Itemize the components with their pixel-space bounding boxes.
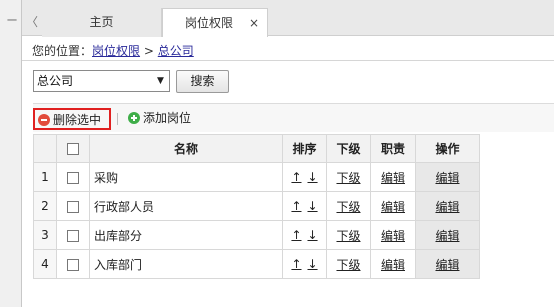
row-name: 出库部分 — [89, 220, 283, 250]
move-down-arrow-icon[interactable]: ↓ — [308, 170, 318, 184]
row-checkbox-cell — [56, 162, 90, 192]
row-index: 2 — [33, 191, 57, 221]
row-ops-cell: 编辑 — [415, 220, 480, 250]
add-post-button[interactable]: 添加岗位 — [125, 108, 217, 130]
row-ops-cell: 编辑 — [415, 162, 480, 192]
sub-link[interactable]: 下级 — [336, 171, 360, 185]
header-index — [33, 134, 57, 163]
sub-link[interactable]: 下级 — [336, 258, 360, 272]
row-checkbox[interactable] — [67, 229, 79, 242]
header-name: 名称 — [89, 134, 283, 163]
edit-duty-link[interactable]: 编辑 — [381, 258, 405, 272]
table-row: 3 出库部分 ↑ ↓ 下级 编辑 编辑 — [33, 220, 480, 250]
sub-link[interactable]: 下级 — [336, 229, 360, 243]
move-up-arrow-icon[interactable]: ↑ — [291, 257, 301, 271]
tab-post-permissions[interactable]: 岗位权限 × — [162, 8, 268, 37]
tab-home-label: 主页 — [89, 15, 114, 29]
header-sort: 排序 — [282, 134, 327, 163]
row-sort: ↑ ↓ — [282, 162, 327, 192]
edit-link[interactable]: 编辑 — [435, 200, 459, 214]
row-checkbox-cell — [56, 220, 90, 250]
search-button[interactable]: 搜索 — [176, 70, 229, 93]
move-up-arrow-icon[interactable]: ↑ — [291, 170, 301, 184]
row-checkbox-cell — [56, 191, 90, 221]
move-up-arrow-icon[interactable]: ↑ — [291, 199, 301, 213]
row-checkbox[interactable] — [67, 171, 79, 184]
close-icon[interactable]: × — [249, 9, 259, 37]
select-all-checkbox[interactable] — [67, 143, 79, 155]
add-post-label: 添加岗位 — [143, 111, 192, 125]
toolbar: 删除选中 添加岗位 — [33, 103, 554, 132]
sub-link[interactable]: 下级 — [336, 200, 360, 214]
row-duty-cell: 编辑 — [370, 220, 416, 250]
row-index: 4 — [33, 249, 57, 279]
breadcrumb-link-post-permissions[interactable]: 岗位权限 — [92, 44, 140, 58]
table-row: 1 采购 ↑ ↓ 下级 编辑 编辑 — [33, 162, 480, 192]
header-duty: 职责 — [370, 134, 416, 163]
tab-home[interactable]: 主页 — [42, 8, 162, 37]
row-duty-cell: 编辑 — [370, 162, 416, 192]
row-name: 入库部门 — [89, 249, 283, 279]
row-name: 采购 — [89, 162, 283, 192]
edit-duty-link[interactable]: 编辑 — [381, 229, 405, 243]
row-sort: ↑ ↓ — [282, 249, 327, 279]
row-duty-cell: 编辑 — [370, 191, 416, 221]
table-row: 2 行政部人员 ↑ ↓ 下级 编辑 编辑 — [33, 191, 480, 221]
toolbar-separator — [117, 113, 118, 125]
row-sub-cell: 下级 — [326, 191, 371, 221]
breadcrumb-separator: > — [143, 44, 154, 58]
header-select-all — [56, 134, 90, 163]
move-down-arrow-icon[interactable]: ↓ — [308, 228, 318, 242]
edit-link[interactable]: 编辑 — [435, 171, 459, 185]
edit-link[interactable]: 编辑 — [435, 229, 459, 243]
edit-link[interactable]: 编辑 — [435, 258, 459, 272]
posts-table: 名称 排序 下级 职责 操作 1 采购 ↑↓ 下级 编辑 编辑 2 行政部人员 — [33, 134, 480, 279]
table-header-row: 名称 排序 下级 职责 操作 — [33, 134, 480, 163]
row-sort: ↑ ↓ — [282, 220, 327, 250]
move-down-arrow-icon[interactable]: ↓ — [308, 199, 318, 213]
edit-duty-link[interactable]: 编辑 — [381, 171, 405, 185]
row-index: 3 — [33, 220, 57, 250]
company-select-value: 总公司 — [37, 74, 74, 88]
row-name: 行政部人员 — [89, 191, 283, 221]
tab-scroll-left-icon[interactable]: 〈 — [22, 8, 42, 36]
delete-selected-button[interactable]: 删除选中 — [33, 108, 111, 130]
minus-circle-icon — [38, 114, 50, 126]
chevron-down-icon[interactable]: ▼ — [152, 71, 169, 91]
breadcrumb: 您的位置：岗位权限 > 总公司 — [32, 42, 194, 59]
row-sub-cell: 下级 — [326, 249, 371, 279]
content-frame: 〈 主页 岗位权限 × 您的位置：岗位权限 > 总公司 总公司 ▼ 搜索 删除选… — [21, 0, 554, 307]
tab-post-permissions-label: 岗位权限 — [184, 16, 233, 30]
table-row: 4 入库部门 ↑ ↓ 下级 编辑 编辑 — [33, 249, 480, 279]
delete-selected-label: 删除选中 — [53, 113, 102, 127]
row-index: 1 — [33, 162, 57, 192]
edit-duty-link[interactable]: 编辑 — [381, 200, 405, 214]
row-checkbox[interactable] — [67, 258, 79, 271]
breadcrumb-link-company[interactable]: 总公司 — [158, 44, 194, 58]
row-checkbox[interactable] — [67, 200, 79, 213]
move-up-arrow-icon[interactable]: ↑ — [291, 228, 301, 242]
move-down-arrow-icon[interactable]: ↓ — [308, 257, 318, 271]
row-duty-cell: 编辑 — [370, 249, 416, 279]
divider — [22, 60, 554, 61]
tab-bar: 〈 主页 岗位权限 × — [22, 0, 554, 37]
pin-icon[interactable]: ㆒ — [7, 12, 17, 27]
row-checkbox-cell — [56, 249, 90, 279]
header-sub: 下级 — [326, 134, 371, 163]
row-sub-cell: 下级 — [326, 162, 371, 192]
company-select[interactable]: 总公司 ▼ — [33, 70, 170, 92]
row-sub-cell: 下级 — [326, 220, 371, 250]
row-ops-cell: 编辑 — [415, 249, 480, 279]
header-ops: 操作 — [415, 134, 480, 163]
row-ops-cell: 编辑 — [415, 191, 480, 221]
row-sort: ↑ ↓ — [282, 191, 327, 221]
breadcrumb-prefix: 您的位置： — [32, 44, 93, 58]
plus-circle-icon — [128, 112, 140, 124]
